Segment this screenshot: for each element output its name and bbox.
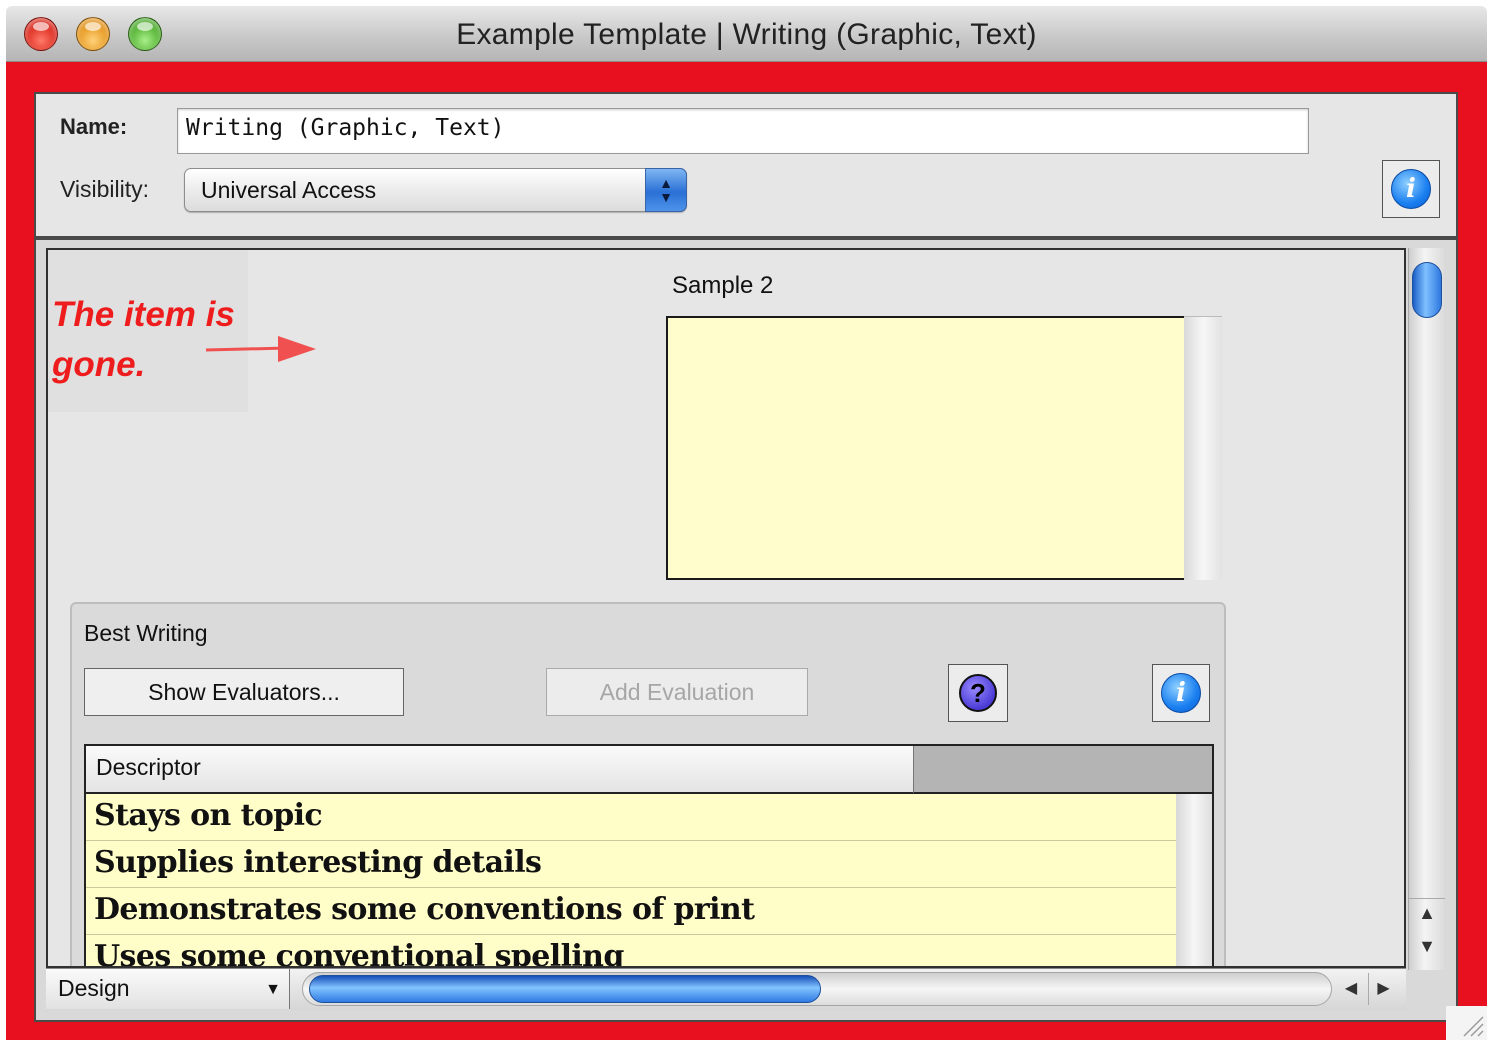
table-row[interactable]: Stays on topic bbox=[86, 794, 1176, 841]
arrow-icon bbox=[205, 336, 316, 362]
info-button[interactable]: i bbox=[1382, 160, 1440, 218]
resize-grip-icon[interactable] bbox=[1446, 1006, 1487, 1040]
best-writing-group: Best Writing Show Evaluators... Add Eval… bbox=[70, 602, 1226, 966]
info-icon: i bbox=[1161, 673, 1201, 713]
vertical-scroll-thumb[interactable] bbox=[1412, 262, 1442, 318]
window-title: Example Template | Writing (Graphic, Tex… bbox=[456, 18, 1037, 51]
group-info-button[interactable]: i bbox=[1152, 664, 1210, 722]
column-header-blank bbox=[914, 746, 1212, 794]
table-row[interactable]: Demonstrates some conventions of print bbox=[86, 888, 1176, 935]
content-pane: The item is gone. Sample 2 Best Writing … bbox=[34, 238, 1458, 1022]
title-bar[interactable]: Example Template | Writing (Graphic, Tex… bbox=[6, 6, 1487, 62]
app-window: Example Template | Writing (Graphic, Tex… bbox=[6, 6, 1487, 1040]
visibility-value: Universal Access bbox=[201, 177, 377, 203]
table-row[interactable]: Uses some conventional spelling bbox=[86, 935, 1176, 966]
chevron-down-icon: ▼ bbox=[265, 981, 281, 998]
scroll-right-icon[interactable]: ▶ bbox=[1368, 973, 1398, 1005]
add-evaluation-button[interactable]: Add Evaluation bbox=[546, 668, 808, 716]
descriptor-table: Descriptor Stays on topic Supplies inter… bbox=[84, 744, 1214, 966]
show-evaluators-button[interactable]: Show Evaluators... bbox=[84, 668, 404, 716]
layout-canvas[interactable]: The item is gone. Sample 2 Best Writing … bbox=[46, 248, 1406, 968]
resize-grip-lines bbox=[1463, 1016, 1484, 1037]
scroll-down-icon[interactable]: ▼ bbox=[1409, 932, 1445, 968]
column-header-descriptor[interactable]: Descriptor bbox=[86, 746, 914, 794]
table-row[interactable]: Supplies interesting details bbox=[86, 841, 1176, 888]
visibility-label: Visibility: bbox=[60, 176, 150, 202]
template-header: Name: Writing (Graphic, Text) Visibility… bbox=[34, 92, 1458, 238]
descriptor-rows: Stays on topic Supplies interesting deta… bbox=[86, 794, 1176, 966]
group-title: Best Writing bbox=[84, 620, 208, 646]
name-field[interactable]: Writing (Graphic, Text) bbox=[177, 108, 1309, 154]
visibility-select[interactable]: Universal Access ▲ ▼ bbox=[184, 168, 687, 212]
descriptor-scrollbar[interactable] bbox=[1176, 794, 1212, 966]
window-frame: Name: Writing (Graphic, Text) Visibility… bbox=[6, 62, 1487, 1040]
mode-value: Design bbox=[58, 975, 130, 1001]
help-button[interactable]: ? bbox=[948, 664, 1008, 722]
info-icon: i bbox=[1391, 169, 1431, 209]
annotation-box: The item is gone. bbox=[48, 250, 248, 412]
scroll-left-icon[interactable]: ◀ bbox=[1336, 973, 1366, 1005]
help-icon: ? bbox=[959, 674, 997, 712]
vertical-scrollbar[interactable]: ▲ ▼ bbox=[1408, 248, 1445, 970]
horizontal-scrollbar[interactable] bbox=[302, 972, 1332, 1006]
bottom-bar: Design ▼ ◀ ▶ bbox=[46, 968, 1406, 1010]
select-stepper-icon[interactable]: ▲ ▼ bbox=[645, 168, 687, 212]
scroll-up-icon[interactable]: ▲ bbox=[1409, 898, 1445, 930]
sample-scrollbar[interactable] bbox=[1184, 316, 1222, 580]
sample-label: Sample 2 bbox=[672, 272, 774, 299]
sample-text-area[interactable] bbox=[666, 316, 1186, 580]
horizontal-scroll-thumb[interactable] bbox=[309, 975, 821, 1003]
name-label: Name: bbox=[60, 114, 128, 139]
mode-select[interactable]: Design ▼ bbox=[46, 969, 290, 1009]
